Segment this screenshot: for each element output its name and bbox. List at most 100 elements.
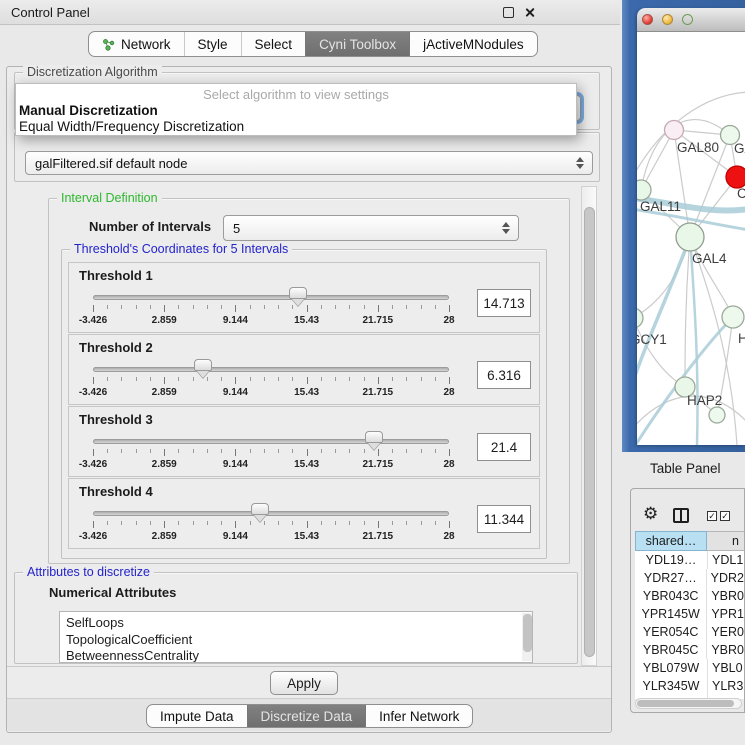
cell-shared-name[interactable]: YBR045C [635, 641, 706, 659]
network-edge [685, 237, 690, 387]
slider-tick [250, 377, 251, 381]
table-row[interactable]: YLR345W YLR3 [635, 677, 744, 695]
scrollbar-thumb[interactable] [523, 614, 532, 652]
cell-name[interactable]: YBL0 [707, 659, 744, 677]
panel-vertical-scrollbar[interactable] [581, 186, 597, 666]
tab[interactable]: Infer Network [365, 705, 472, 727]
attribute-list-item[interactable]: SelfLoops [60, 615, 532, 632]
threshold-value-field[interactable]: 14.713 [477, 289, 531, 317]
table-horizontal-scrollbar[interactable] [635, 698, 742, 709]
cell-shared-name[interactable]: YDL19… [635, 551, 707, 569]
column-header-shared-name[interactable]: shared… [635, 531, 707, 551]
minimize-traffic-light-icon[interactable] [662, 14, 673, 25]
threshold-slider[interactable]: -3.4262.8599.14415.4321.71528 [69, 501, 473, 547]
numerical-attributes-list[interactable]: SelfLoops TopologicalCoefficient Between… [59, 611, 533, 663]
slider-tick [307, 449, 308, 456]
attribute-list-item[interactable]: TopologicalCoefficient [60, 632, 532, 649]
slider-thumb[interactable] [251, 503, 269, 515]
table-row[interactable]: YPR145W YPR1 [635, 605, 744, 623]
table-row[interactable]: YER054C YER0 [635, 623, 744, 641]
threshold-value-field[interactable]: 6.316 [477, 361, 531, 389]
threshold-slider[interactable]: -3.4262.8599.14415.4321.71528 [69, 429, 473, 475]
network-node[interactable] [722, 306, 744, 328]
apply-button[interactable]: Apply [270, 671, 338, 695]
tab[interactable]: Style [184, 32, 241, 56]
network-node[interactable] [637, 180, 651, 200]
table-row[interactable]: YBL079W YBL0 [635, 659, 744, 677]
slider-scale-label: 21.715 [363, 315, 394, 326]
network-node[interactable] [676, 223, 704, 251]
up-down-arrows-icon[interactable] [501, 222, 510, 234]
scrollbar-thumb[interactable] [584, 207, 595, 657]
slider-thumb[interactable] [194, 359, 212, 371]
checkbox-icon[interactable]: ✓ [707, 511, 717, 521]
cell-name[interactable]: YBR0 [706, 587, 744, 605]
slider-ticks [69, 305, 473, 314]
cell-shared-name[interactable]: YPR145W [635, 605, 706, 623]
cell-name[interactable]: YDR2 [706, 569, 744, 587]
column-header-name[interactable]: n [707, 531, 744, 551]
threshold-slider[interactable]: -3.4262.8599.14415.4321.71528 [69, 285, 473, 331]
network-node[interactable] [726, 166, 745, 188]
threshold-value-field[interactable]: 11.344 [477, 505, 531, 533]
slider-tick [449, 521, 450, 528]
network-canvas[interactable]: GAL80GACGAL11GAL4GCY1HHAP2 [637, 32, 745, 445]
slider-thumb[interactable] [365, 431, 383, 443]
dropdown-option[interactable]: Equal Width/Frequency Discretization [16, 119, 576, 135]
table-data-combobox[interactable]: galFiltered.sif default node [25, 151, 593, 175]
table-row[interactable]: YDR27… YDR2 [635, 569, 744, 587]
cell-shared-name[interactable]: YBR043C [635, 587, 706, 605]
cell-name[interactable]: YDL1 [707, 551, 744, 569]
scrollbar-thumb[interactable] [637, 700, 734, 707]
tab[interactable]: Discretize Data [247, 705, 366, 727]
slider-scale-label: 15.43 [294, 531, 319, 542]
cell-name[interactable]: YBR0 [706, 641, 744, 659]
tab[interactable]: Impute Data [147, 705, 247, 727]
threshold-value-field[interactable]: 21.4 [477, 433, 531, 461]
slider-track[interactable] [93, 439, 449, 444]
network-edge-highlighted [637, 237, 690, 388]
table-row[interactable]: YBR043C YBR0 [635, 587, 744, 605]
split-pane-icon[interactable] [673, 508, 689, 523]
number-of-intervals-spinner[interactable]: 5 [223, 215, 519, 241]
network-node[interactable] [709, 407, 725, 423]
network-window-titlebar[interactable] [637, 8, 745, 32]
slider-tick [392, 521, 393, 525]
table-row[interactable]: YBR045C YBR0 [635, 641, 744, 659]
table-row[interactable]: YDL19… YDL1 [635, 551, 744, 569]
tab[interactable]: Network [89, 32, 184, 56]
gear-icon[interactable]: ⚙ [643, 505, 658, 522]
attribute-list-item[interactable]: BetweennessCentrality [60, 648, 532, 663]
tab[interactable]: Select [241, 32, 306, 56]
cell-shared-name[interactable]: YBL079W [635, 659, 707, 677]
network-canvas-container[interactable]: GAL80GACGAL11GAL4GCY1HHAP2 [637, 32, 745, 445]
zoom-traffic-light-icon[interactable] [682, 14, 693, 25]
threshold-slider[interactable]: -3.4262.8599.14415.4321.71528 [69, 357, 473, 403]
cell-name[interactable]: YLR3 [707, 677, 744, 695]
tab-label: Select [255, 37, 293, 52]
slider-track[interactable] [93, 511, 449, 516]
slider-thumb[interactable] [289, 287, 307, 299]
slider-tick [136, 521, 137, 525]
close-icon[interactable] [523, 6, 536, 19]
cell-shared-name[interactable]: YER054C [635, 623, 706, 641]
tab[interactable]: Cyni Toolbox [305, 32, 409, 56]
slider-scale-label: 2.859 [152, 459, 177, 470]
close-traffic-light-icon[interactable] [642, 14, 653, 25]
network-node-label: GCY1 [637, 332, 667, 347]
cell-name[interactable]: YER0 [706, 623, 744, 641]
float-window-icon[interactable] [503, 7, 514, 18]
cell-shared-name[interactable]: YDR27… [635, 569, 706, 587]
attributes-list-scrollbar[interactable] [522, 613, 532, 661]
tab[interactable]: jActiveMNodules [409, 32, 537, 56]
slider-track[interactable] [93, 367, 449, 372]
network-node[interactable] [637, 308, 643, 328]
slider-track[interactable] [93, 295, 449, 300]
network-node-label: GAL11 [640, 199, 681, 214]
checkbox-icon[interactable]: ✓ [720, 511, 730, 521]
dropdown-option[interactable]: Manual Discretization [16, 103, 576, 119]
cell-shared-name[interactable]: YLR345W [635, 677, 707, 695]
cell-name[interactable]: YPR1 [706, 605, 744, 623]
up-down-arrows-icon[interactable] [575, 157, 584, 169]
network-node[interactable] [665, 121, 684, 140]
